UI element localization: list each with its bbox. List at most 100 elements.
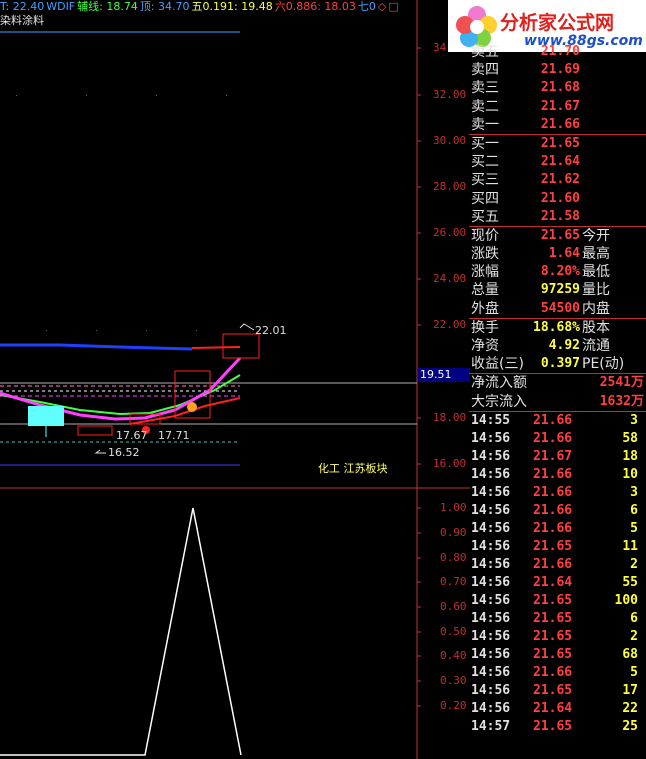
order-row[interactable]: 买三 21.62 xyxy=(469,171,646,189)
order-label: 卖一 xyxy=(471,116,499,133)
order-row[interactable]: 买四 21.60 xyxy=(469,190,646,208)
current-price-tag: 19.51 xyxy=(418,368,470,382)
tick-time: 14:56 xyxy=(471,520,511,536)
price-tick-label: 34 xyxy=(433,41,447,54)
price-tick-label: 28.00 xyxy=(433,180,467,193)
candle-cyan xyxy=(28,406,64,426)
tick-volume: 17 xyxy=(622,682,638,698)
tick-row[interactable]: 14:56 21.64 22 xyxy=(469,700,646,718)
price-tick-label: 32.00 xyxy=(433,88,467,101)
tick-volume: 10 xyxy=(622,466,638,482)
tick-row[interactable]: 14:56 21.66 5 xyxy=(469,520,646,538)
price-tick-label: 30.00 xyxy=(433,134,467,147)
tick-volume: 2 xyxy=(630,628,638,644)
order-label: 卖四 xyxy=(471,62,499,79)
indicator-tick-label: 0.70 xyxy=(440,575,467,588)
quote-row[interactable]: 涨幅 8.20% 最低 xyxy=(469,263,646,281)
order-label: 买五 xyxy=(471,208,499,225)
tick-time: 14:56 xyxy=(471,430,511,446)
order-label: 买一 xyxy=(471,135,499,152)
high-annotation: 22.01 xyxy=(255,324,287,337)
price-tick-label: 26.00 xyxy=(433,226,467,239)
order-price: 21.66 xyxy=(540,116,580,132)
order-row[interactable]: 买五 21.58 xyxy=(469,208,646,226)
order-row[interactable]: 买一 21.65 xyxy=(469,135,646,153)
quote-value: 97259 xyxy=(540,282,580,298)
flow-row[interactable]: 净流入额 2541万 xyxy=(469,374,646,392)
tick-row[interactable]: 14:56 21.65 100 xyxy=(469,592,646,610)
tick-row[interactable]: 14:56 21.66 5 xyxy=(469,664,646,682)
tick-row[interactable]: 14:57 21.65 25 xyxy=(469,718,646,736)
order-row[interactable]: 卖四 21.69 xyxy=(469,61,646,79)
quote-row[interactable]: 外盘 54500 内盘 xyxy=(469,300,646,318)
tick-row[interactable]: 14:56 21.65 17 xyxy=(469,682,646,700)
quote-row[interactable]: 现价 21.65 今开 xyxy=(469,227,646,245)
tick-row[interactable]: 14:56 21.64 55 xyxy=(469,574,646,592)
tick-price: 21.65 xyxy=(533,682,573,698)
flow-row[interactable]: 大宗流入 1632万 xyxy=(469,393,646,411)
tick-time: 14:56 xyxy=(471,556,511,572)
tick-row[interactable]: 14:56 21.66 58 xyxy=(469,430,646,448)
quote-label: 现价 xyxy=(471,227,499,244)
tick-row[interactable]: 14:56 21.66 10 xyxy=(469,466,646,484)
tick-row[interactable]: 14:56 21.66 3 xyxy=(469,484,646,502)
quote-row[interactable]: 收益(三) 0.397 PE(动) xyxy=(469,355,646,373)
quote-label-2: 最低 xyxy=(582,264,610,281)
tick-row[interactable]: 14:56 21.67 18 xyxy=(469,448,646,466)
tick-price: 21.66 xyxy=(533,466,573,482)
tick-row[interactable]: 14:56 21.65 11 xyxy=(469,538,646,556)
order-row[interactable]: 卖三 21.68 xyxy=(469,79,646,97)
indicator-tick-label: 0.80 xyxy=(440,551,467,564)
order-row[interactable]: 卖二 21.67 xyxy=(469,98,646,116)
quote-value: 21.65 xyxy=(540,227,580,243)
tick-volume: 25 xyxy=(622,718,638,734)
quote-label: 换手 xyxy=(471,319,499,336)
tick-price: 21.65 xyxy=(533,538,573,554)
quote-row[interactable]: 总量 97259 量比 xyxy=(469,281,646,299)
quote-label: 总量 xyxy=(471,282,499,299)
order-row[interactable]: 买二 21.64 xyxy=(469,153,646,171)
quote-row[interactable]: 换手 18.68% 股本 xyxy=(469,319,646,337)
flow-value: 2541万 xyxy=(599,375,644,391)
quote-row[interactable]: 净资 4.92 流通 xyxy=(469,337,646,355)
tick-row[interactable]: 14:55 21.66 3 xyxy=(469,412,646,430)
quote-label: 涨幅 xyxy=(471,264,499,281)
order-price: 21.65 xyxy=(540,135,580,151)
tick-row[interactable]: 14:56 21.65 68 xyxy=(469,646,646,664)
square-icon[interactable]: □ xyxy=(388,0,398,13)
quote-value: 18.68% xyxy=(533,319,580,335)
indicator-tick-label: 0.20 xyxy=(440,699,467,712)
buy-orders: 买一 21.65 买二 21.64 买三 21.62 买四 21.60 买五 21.58 xyxy=(469,135,646,226)
quote-summary: 现价 21.65 今开 涨跌 1.64 最高 涨幅 8.20% 最低 总量 97259 量比 外盘 545… xyxy=(469,227,646,318)
tick-volume: 100 xyxy=(614,592,638,608)
indicator-tick-label: 0.30 xyxy=(440,674,467,687)
tick-price: 21.65 xyxy=(533,592,573,608)
quote-row[interactable]: 涨跌 1.64 最高 xyxy=(469,245,646,263)
quote-label: 外盘 xyxy=(471,300,499,317)
tick-row[interactable]: 14:56 21.65 2 xyxy=(469,628,646,646)
order-price: 21.60 xyxy=(540,190,580,206)
header-item: 顶: 34.70 xyxy=(139,0,190,13)
tick-price: 21.66 xyxy=(533,430,573,446)
diamond-icon[interactable]: ◇ xyxy=(378,0,386,13)
tick-price: 21.64 xyxy=(533,574,573,590)
tick-volume: 5 xyxy=(630,664,638,680)
tick-row[interactable]: 14:56 21.65 6 xyxy=(469,610,646,628)
quote-label-2: PE(动) xyxy=(582,356,625,373)
tick-volume: 3 xyxy=(630,484,638,500)
order-row[interactable]: 卖五 21.70 xyxy=(469,43,646,61)
tick-row[interactable]: 14:56 21.66 2 xyxy=(469,556,646,574)
price-axis-ticks xyxy=(417,47,421,465)
tick-price: 21.66 xyxy=(533,502,573,518)
indicator-tick-label: 0.60 xyxy=(440,600,467,613)
money-flow: 净流入额 2541万 大宗流入 1632万 xyxy=(469,374,646,410)
tick-price: 21.66 xyxy=(533,664,573,680)
tick-row[interactable]: 14:56 21.66 6 xyxy=(469,502,646,520)
tick-price: 21.66 xyxy=(533,556,573,572)
logo-title: 分析家公式网 xyxy=(500,12,615,34)
indicator-tick-label: 1.00 xyxy=(440,501,467,514)
order-row[interactable]: 卖一 21.66 xyxy=(469,116,646,134)
price-tick-label: 24.00 xyxy=(433,272,467,285)
low-annotation-3: 17.71 xyxy=(158,429,190,442)
tick-price: 21.65 xyxy=(533,646,573,662)
